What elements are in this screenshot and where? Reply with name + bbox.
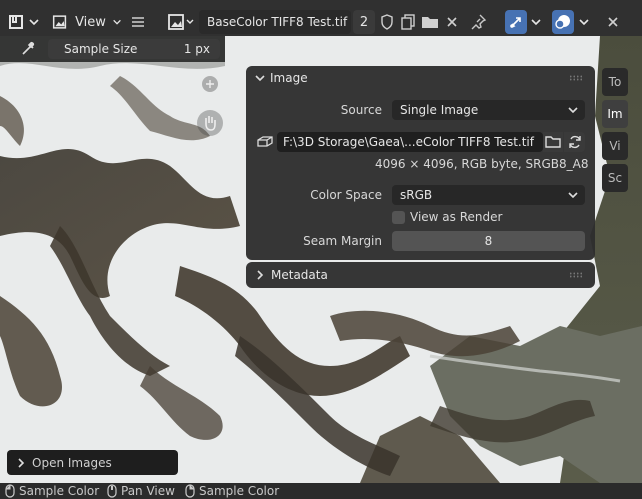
- pin-icon: [471, 14, 487, 30]
- sidebar-tab-image[interactable]: Im: [602, 100, 628, 128]
- metadata-panel-title: Metadata: [271, 268, 328, 282]
- open-images-panel[interactable]: Open Images: [7, 450, 178, 475]
- close-icon: [447, 17, 457, 27]
- view-mode-dropdown[interactable]: View: [50, 10, 122, 34]
- chevron-down-icon: [531, 19, 541, 26]
- status-item-right-mouse: Sample Color: [184, 484, 279, 498]
- image-name-text: BaseColor TIFF8 Test.tif: [207, 15, 348, 29]
- status-item-middle-mouse: Pan View: [106, 484, 175, 498]
- seam-margin-field[interactable]: 8: [392, 231, 585, 251]
- close-icon: [608, 17, 618, 27]
- menu-toggle-button[interactable]: [128, 10, 148, 34]
- filepath-text: F:\3D Storage\Gaea\...eColor TIFF8 Test.…: [283, 135, 534, 149]
- fake-user-button[interactable]: [377, 10, 397, 34]
- sidebar-tab-view[interactable]: Vi: [602, 132, 628, 160]
- seam-margin-label: Seam Margin: [303, 234, 382, 248]
- seam-margin-value: 8: [484, 234, 493, 248]
- mouse-left-icon: [5, 484, 15, 498]
- open-images-label: Open Images: [32, 455, 112, 470]
- chevron-down-icon: [579, 19, 589, 26]
- hamburger-menu-icon: [132, 17, 144, 27]
- chevron-down-icon: [255, 75, 265, 82]
- folder-icon: [422, 17, 438, 28]
- reload-icon: [568, 135, 581, 149]
- reload-button[interactable]: [564, 132, 585, 152]
- sidebar-tab-label: To: [608, 75, 622, 89]
- source-dropdown[interactable]: Single Image: [392, 100, 585, 120]
- view-as-render-checkbox[interactable]: [392, 210, 405, 224]
- image-panel-title: Image: [270, 71, 308, 85]
- image-name-field[interactable]: BaseColor TIFF8 Test.tif: [199, 10, 351, 34]
- sidebar-tab-scopes[interactable]: Sc: [602, 164, 628, 192]
- color-space-value: sRGB: [400, 188, 433, 202]
- duplicate-image-button[interactable]: [398, 10, 418, 34]
- sample-size-label: Sample Size: [64, 42, 138, 56]
- status-item-label: Pan View: [121, 484, 175, 498]
- sidebar-tab-label: Vi: [609, 139, 621, 153]
- image-file-icon: [257, 136, 273, 147]
- metadata-panel-header[interactable]: Metadata: [246, 262, 595, 288]
- color-space-dropdown[interactable]: sRGB: [392, 185, 585, 205]
- user-count-text: 2: [359, 14, 369, 30]
- image-panel: Image Source Single Image F:\3D Storage\…: [246, 66, 595, 260]
- tool-settings-bar: Sample Size 1 px: [0, 36, 225, 62]
- image-browse-icon: [168, 14, 194, 30]
- overlay-toggle-button[interactable]: [552, 10, 574, 34]
- duplicate-icon: [401, 14, 415, 30]
- editor-type-button[interactable]: [4, 10, 44, 34]
- folder-icon: [545, 136, 561, 148]
- chevron-right-icon: [257, 270, 264, 280]
- chevron-down-icon: [568, 192, 578, 199]
- image-panel-header[interactable]: Image: [246, 66, 595, 90]
- mouse-middle-icon: [107, 484, 117, 498]
- image-mode-icon: [52, 15, 67, 29]
- image-type-icon-button[interactable]: [255, 132, 275, 152]
- shield-icon: [381, 14, 393, 30]
- browse-file-button[interactable]: [543, 132, 563, 152]
- pan-button[interactable]: [197, 110, 223, 136]
- gizmo-toggle-button[interactable]: [505, 10, 527, 34]
- panel-drag-grip[interactable]: [569, 272, 583, 278]
- mouse-right-icon: [185, 484, 195, 498]
- chevron-down-icon: [113, 19, 121, 25]
- view-menu-label: View: [75, 14, 106, 30]
- chevron-right-icon: [18, 457, 25, 468]
- source-value: Single Image: [400, 103, 479, 117]
- view-as-render-row[interactable]: View as Render: [392, 210, 502, 224]
- overlay-icon: [555, 15, 570, 29]
- unlink-image-button[interactable]: [442, 10, 462, 34]
- zoom-plus-icon: [206, 80, 214, 88]
- status-item-label: Sample Color: [199, 484, 280, 498]
- status-item-left-mouse: Sample Color: [4, 484, 99, 498]
- pin-button[interactable]: [468, 10, 490, 34]
- sample-size-field[interactable]: Sample Size 1 px: [48, 39, 220, 59]
- panel-drag-grip[interactable]: [569, 75, 583, 81]
- sample-size-value: 1 px: [183, 42, 210, 56]
- chevron-down-icon: [568, 107, 578, 114]
- view-as-render-label: View as Render: [410, 210, 503, 224]
- gizmo-dropdown[interactable]: [528, 10, 544, 34]
- sidebar-tab-label: Sc: [607, 171, 623, 185]
- image-editor-icon: [9, 15, 39, 29]
- status-bar: Sample Color Pan View Sample Color: [0, 483, 642, 499]
- close-editor-button[interactable]: [602, 10, 624, 34]
- sidebar-tab-tool[interactable]: To: [602, 68, 628, 96]
- sidebar-tab-label: Im: [607, 107, 623, 121]
- overlay-dropdown[interactable]: [576, 10, 592, 34]
- eyedropper-icon: [22, 41, 35, 55]
- user-count-badge[interactable]: 2: [353, 10, 375, 34]
- open-image-button[interactable]: [420, 10, 440, 34]
- filepath-field[interactable]: F:\3D Storage\Gaea\...eColor TIFF8 Test.…: [277, 132, 543, 152]
- color-space-label: Color Space: [310, 188, 382, 202]
- source-label: Source: [340, 103, 382, 117]
- gizmo-icon: [510, 17, 521, 28]
- status-item-label: Sample Color: [19, 484, 100, 498]
- zoom-button[interactable]: [202, 76, 218, 92]
- image-info-text: 4096 × 4096, RGB byte, SRGB8_A8: [375, 157, 589, 171]
- hand-icon: [205, 116, 216, 131]
- browse-image-button[interactable]: [166, 10, 198, 34]
